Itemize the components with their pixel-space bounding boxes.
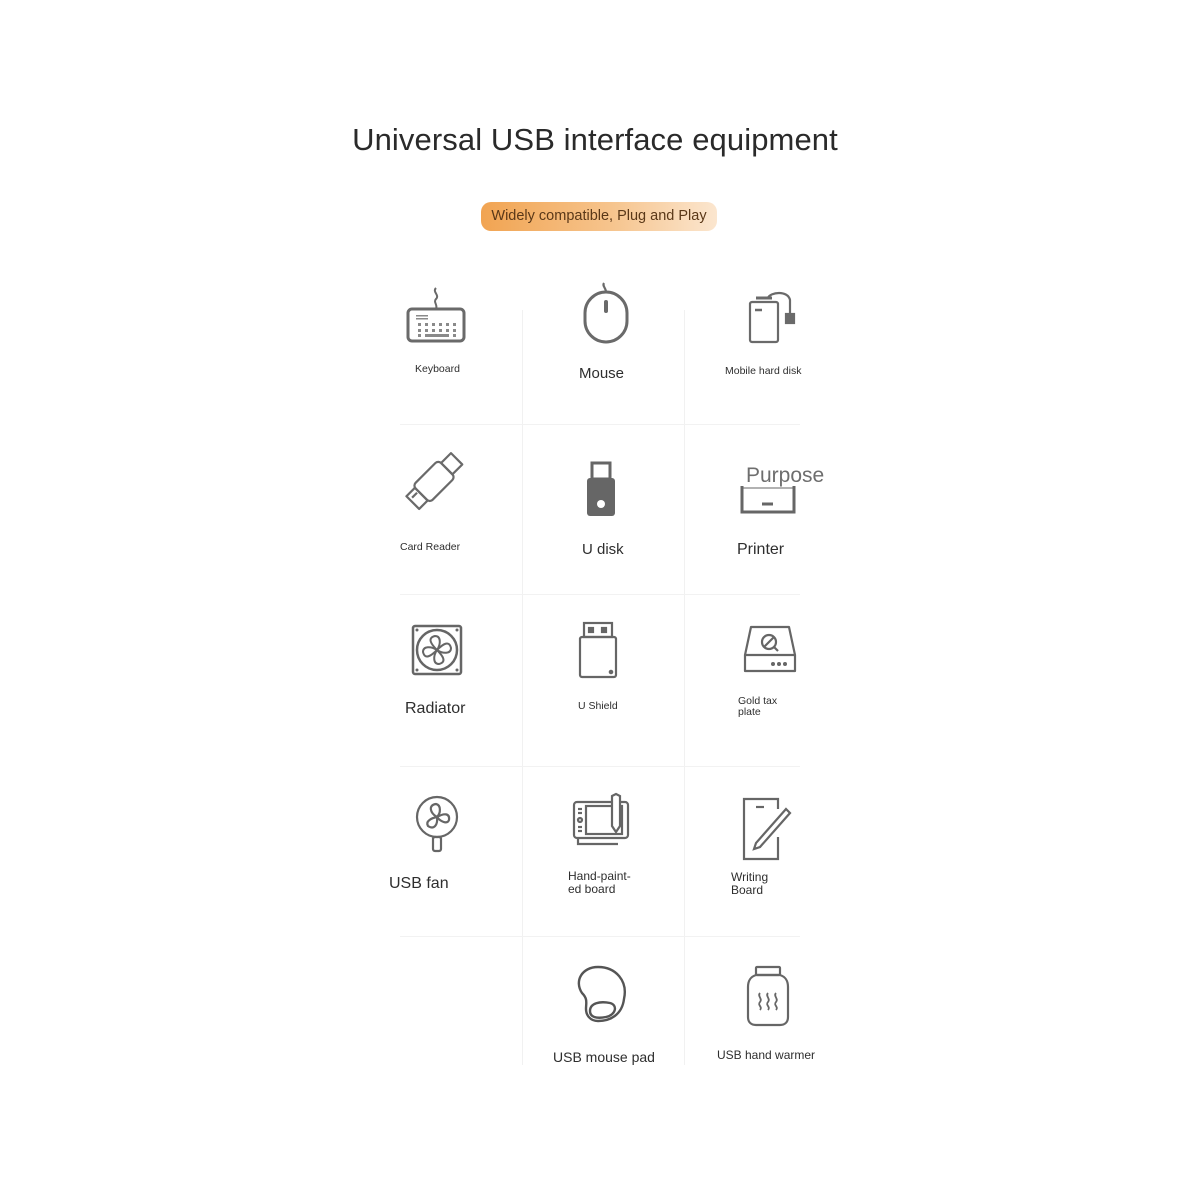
device-label: Mobile hard disk [725, 365, 802, 377]
device-label: Keyboard [415, 363, 460, 375]
feature-badge: Widely compatible, Plug and Play [481, 202, 717, 231]
keyboard-icon [406, 286, 466, 344]
hand-warmer-icon [746, 965, 790, 1027]
hard-disk-icon [748, 291, 798, 344]
device-label-line: ed board [568, 881, 616, 896]
writing-board-icon [742, 797, 792, 861]
device-label-line: Board [731, 882, 764, 897]
device-label: Gold tax plate [738, 696, 777, 718]
device-label: Radiator [405, 700, 466, 717]
card-reader-icon [403, 447, 465, 513]
radiator-fan-icon [411, 624, 463, 676]
device-label: USB hand warmer [717, 1048, 816, 1062]
device-label-line: Writing [731, 870, 769, 884]
device-label-line: plate [738, 706, 761, 718]
device-label: Hand-paint- ed board [568, 870, 631, 895]
grid-divider [400, 424, 800, 425]
desk-fan-icon [414, 795, 460, 853]
grid-divider [400, 936, 800, 937]
usb-stick-icon [586, 461, 616, 517]
device-label: Card Reader [400, 541, 461, 553]
device-label: Writing Board [731, 871, 768, 896]
device-label: USB mouse pad [553, 1049, 655, 1065]
grid-divider [400, 594, 800, 595]
mouse-icon [582, 282, 630, 344]
grid-divider [400, 766, 800, 767]
mouse-pad-icon [576, 965, 628, 1023]
device-label: U Shield [578, 700, 618, 712]
printer-icon [740, 484, 796, 514]
device-label-line: Hand-paint- [568, 869, 631, 883]
usb-key-icon [578, 621, 618, 679]
overlay-text: Purpose [746, 464, 825, 487]
page-title: Universal USB interface equipment [352, 122, 838, 157]
device-label: U disk [582, 541, 624, 558]
device-label: Printer [737, 541, 785, 558]
device-label: USB fan [389, 875, 449, 892]
device-label: Mouse [579, 365, 625, 382]
tax-disk-icon [743, 625, 797, 675]
drawing-tablet-icon [572, 792, 632, 852]
